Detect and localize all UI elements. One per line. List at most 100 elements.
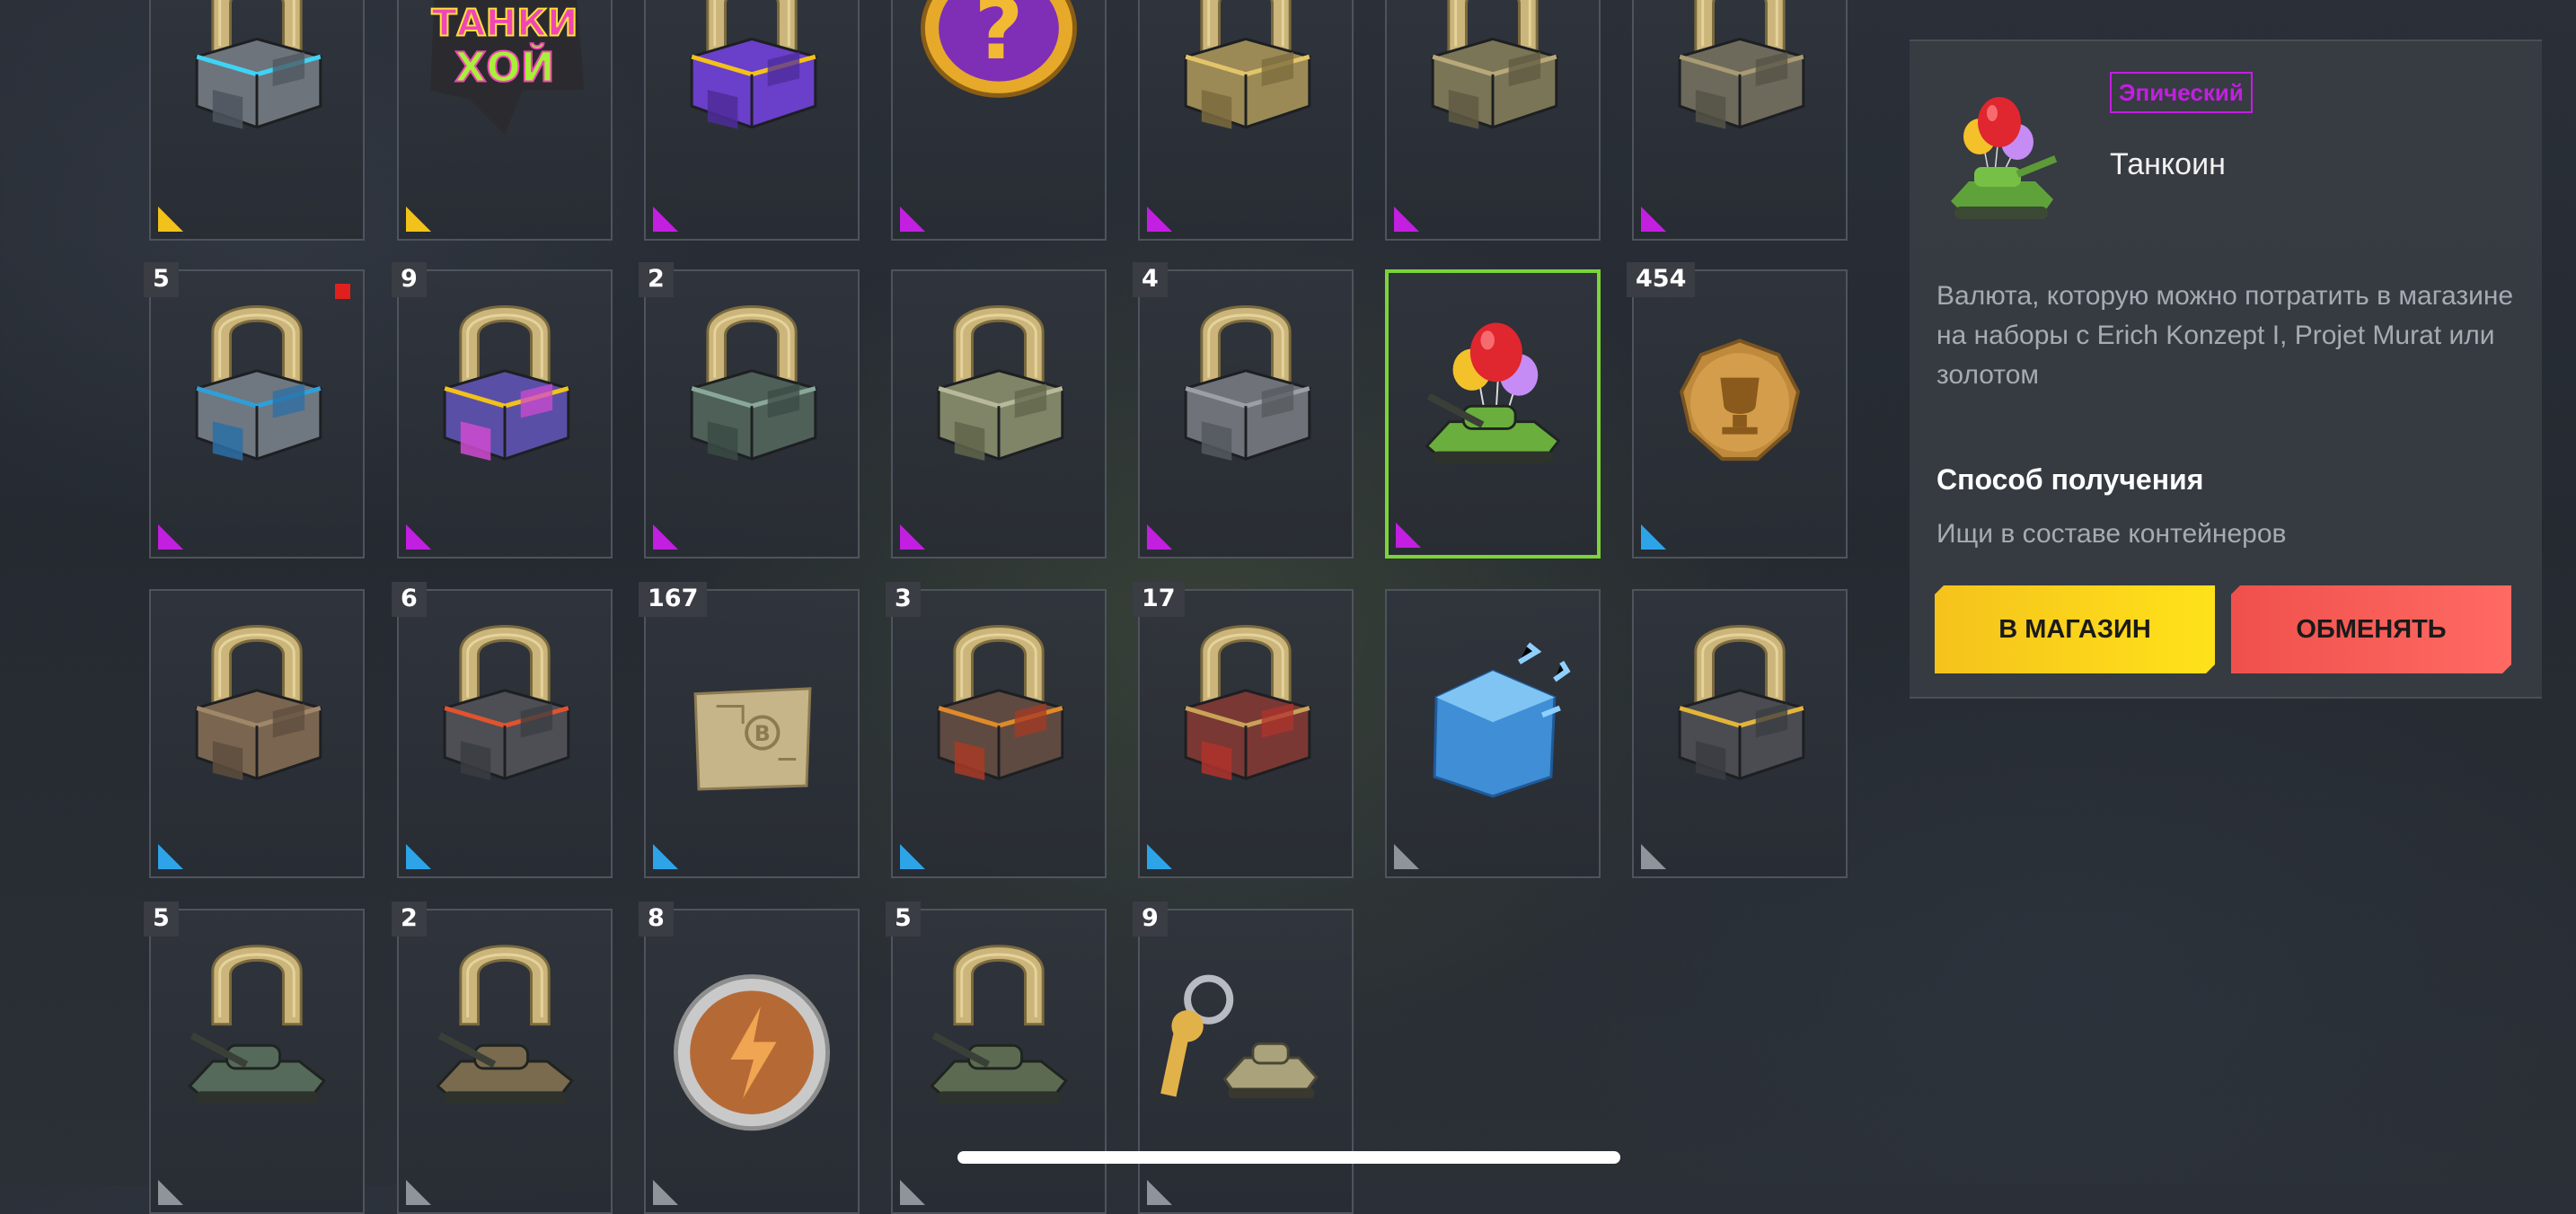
item-detail-panel: Эпический Танкоин Валюта, которую можно … [1910, 40, 2542, 699]
item-title: Танкоин [2110, 147, 2226, 181]
horseshoe-green-tank-icon [151, 910, 363, 1212]
rarity-corner-epic [1394, 207, 1419, 232]
gold-trophy-coin-icon [1634, 271, 1846, 557]
map-blueprint-icon: B [646, 591, 858, 876]
key-with-tank-keychain-icon [1140, 910, 1352, 1212]
horseshoe-wood-container-icon [151, 591, 363, 876]
horseshoe-gold-container-icon [1140, 0, 1352, 239]
question-coin-icon: ? [893, 0, 1105, 239]
inventory-item-horseshoe-blue-container[interactable]: 5 [144, 262, 365, 559]
inventory-item-horseshoe-gold-container[interactable] [1138, 0, 1354, 241]
item-count: 2 [639, 262, 674, 297]
rarity-corner-rare [1641, 524, 1666, 550]
item-count: 454 [1627, 262, 1696, 297]
horseshoe-steel-container-icon [151, 0, 363, 239]
inventory-item-horseshoe-coral-container[interactable]: 6 [392, 582, 613, 878]
item-count: 9 [1133, 902, 1168, 937]
rarity-corner-epic [653, 524, 678, 550]
rarity-corner-rare [406, 844, 431, 869]
inventory-grid: ТАНКИ ХОЙ? 5 9 2 4 454 6 B 167 3 17 5 2 8 5 9 [144, 0, 1852, 1214]
inventory-item-gold-trophy-coin[interactable]: 454 [1627, 262, 1848, 559]
horseshoe-dark-gold-container-icon [1634, 591, 1846, 876]
inventory-item-horseshoe-olive-tank[interactable]: 5 [886, 902, 1107, 1214]
item-description: Валюта, которую можно потратить в магази… [1936, 281, 2514, 390]
inventory-item-horseshoe-target-container[interactable]: 3 [886, 582, 1107, 878]
horseshoe-purple-mystery-container-icon [646, 0, 858, 239]
rarity-corner-epic [1147, 207, 1172, 232]
svg-text:B: B [754, 721, 771, 746]
item-count: 17 [1133, 582, 1185, 617]
inventory-item-horseshoe-grey-container[interactable]: 4 [1133, 262, 1354, 559]
item-count: 8 [639, 902, 674, 937]
inventory-item-horseshoe-red-container[interactable]: 17 [1133, 582, 1354, 878]
ice-crystal-cube-icon [1387, 591, 1599, 876]
item-count: 5 [144, 262, 179, 297]
horseshoe-olive-tank-icon [893, 910, 1105, 1212]
rarity-corner-epic [900, 524, 925, 550]
tankoin-balloons-icon [1389, 273, 1597, 555]
rarity-corner-common [406, 1180, 431, 1205]
home-indicator[interactable] [957, 1151, 1620, 1164]
inventory-item-map-blueprint[interactable]: B 167 [639, 582, 860, 878]
horseshoe-coral-container-icon [399, 591, 611, 876]
item-count: 2 [392, 902, 427, 937]
item-count: 5 [886, 902, 921, 937]
rarity-corner-common [900, 1180, 925, 1205]
item-count: 167 [639, 582, 708, 617]
inventory-item-horseshoe-olive-container[interactable] [1385, 0, 1601, 241]
inventory-item-horseshoe-green-tank[interactable]: 5 [144, 902, 365, 1214]
item-count: 4 [1133, 262, 1168, 297]
svg-text:ХОЙ: ХОЙ [454, 44, 554, 92]
rarity-corner-common [1147, 1180, 1172, 1205]
rarity-corner-epic [158, 524, 183, 550]
svg-text:?: ? [975, 0, 1024, 79]
rarity-corner-rare [158, 844, 183, 869]
item-count: 9 [392, 262, 427, 297]
horseshoe-thorn-container-icon [646, 271, 858, 557]
item-count: 6 [392, 582, 427, 617]
inventory-item-horseshoe-wood-container[interactable] [149, 589, 365, 878]
rarity-corner-legendary [158, 207, 183, 232]
rarity-corner-epic [653, 207, 678, 232]
inventory-item-key-with-tank-keychain[interactable]: 9 [1133, 902, 1354, 1214]
rarity-corner-epic [1641, 207, 1666, 232]
inventory-item-horseshoe-neon-container[interactable]: 9 [392, 262, 613, 559]
inventory-item-question-coin[interactable]: ? [891, 0, 1107, 241]
inventory-item-horseshoe-steel-container[interactable] [149, 0, 365, 241]
inventory-item-tankoin-balloons[interactable] [1385, 269, 1601, 559]
rarity-badge: Эпический [2110, 72, 2253, 113]
rarity-corner-common [158, 1180, 183, 1205]
exchange-button[interactable]: ОБМЕНЯТЬ [2231, 585, 2511, 673]
rarity-corner-legendary [406, 207, 431, 232]
rarity-corner-common [653, 1180, 678, 1205]
horseshoe-target-container-icon [893, 591, 1105, 876]
shop-button[interactable]: В МАГАЗИН [1935, 585, 2215, 673]
rarity-corner-rare [653, 844, 678, 869]
svg-text:ТАНКИ: ТАНКИ [431, 2, 578, 45]
lightning-bronze-coin-icon [646, 910, 858, 1212]
tanki-hoy-sticker-icon: ТАНКИ ХОЙ [399, 0, 611, 239]
horseshoe-red-container-icon [1140, 591, 1352, 876]
obtain-heading: Способ получения [1936, 463, 2204, 496]
inventory-item-tanki-hoy-sticker[interactable]: ТАНКИ ХОЙ [397, 0, 613, 241]
item-count: 5 [144, 902, 179, 937]
inventory-item-horseshoe-purple-mystery-container[interactable] [644, 0, 860, 241]
inventory-item-ice-crystal-cube[interactable] [1385, 589, 1601, 878]
obtain-text: Ищи в составе контейнеров [1936, 519, 2287, 549]
rarity-corner-common [1394, 844, 1419, 869]
horseshoe-olive-container-icon [1387, 0, 1599, 239]
inventory-item-horseshoe-brown-tank[interactable]: 2 [392, 902, 613, 1214]
rarity-corner-epic [406, 524, 431, 550]
inventory-item-horseshoe-dark-gold-container[interactable] [1632, 589, 1848, 878]
horseshoe-grey-container-icon [1140, 271, 1352, 557]
rarity-corner-rare [900, 844, 925, 869]
horseshoe-neon-container-icon [399, 271, 611, 557]
inventory-item-horseshoe-sandbag-container[interactable] [891, 269, 1107, 559]
rarity-corner-epic [1147, 524, 1172, 550]
inventory-item-lightning-bronze-coin[interactable]: 8 [639, 902, 860, 1214]
inventory-item-horseshoe-thorn-container[interactable]: 2 [639, 262, 860, 559]
horseshoe-brown-tank-icon [399, 910, 611, 1212]
inventory-item-horseshoe-camo-container[interactable] [1632, 0, 1848, 241]
new-indicator [335, 284, 350, 299]
tankoin-balloons-icon [1935, 84, 2069, 228]
